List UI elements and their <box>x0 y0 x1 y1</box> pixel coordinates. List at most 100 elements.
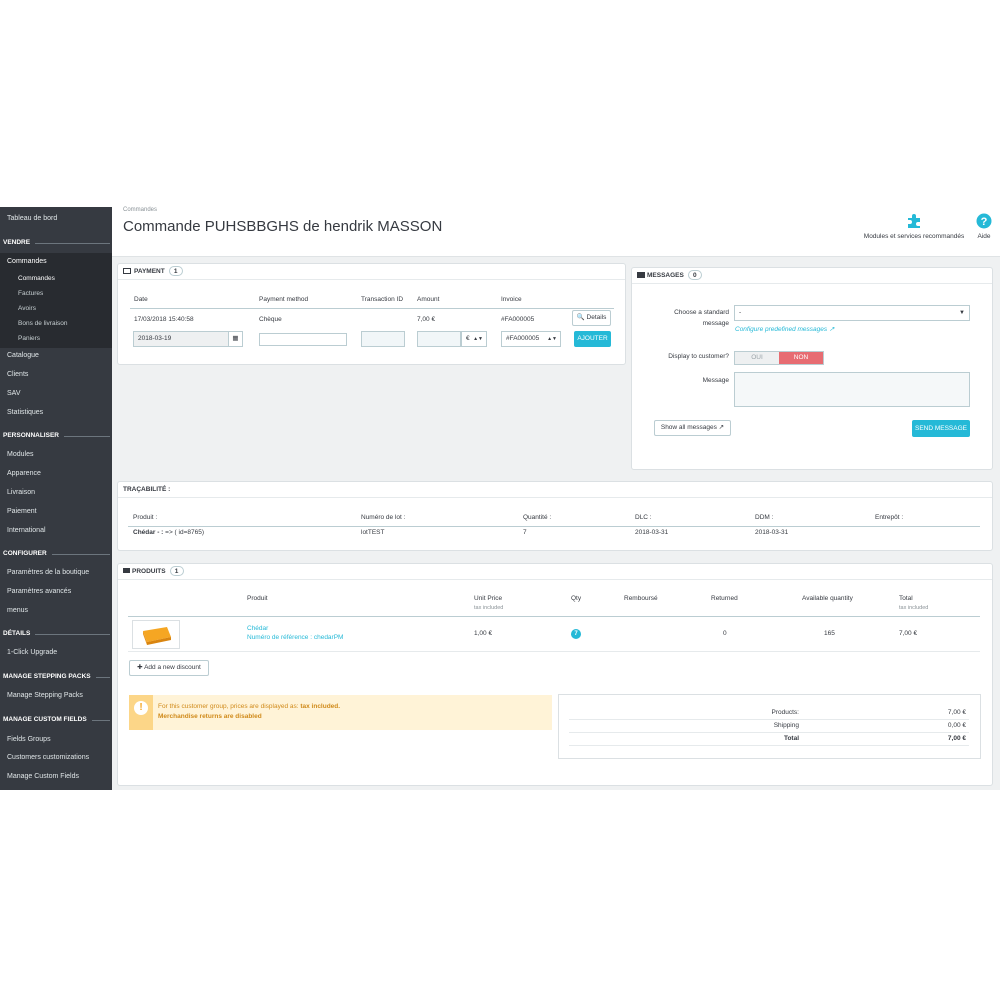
toggle-oui[interactable]: OUI <box>735 352 779 364</box>
sidebar-item-paiement[interactable]: Paiement <box>0 506 112 518</box>
summary-products-value: 7,00 € <box>947 709 966 716</box>
payment-col-method: Payment method <box>259 296 309 303</box>
cheese-image <box>143 627 171 645</box>
sidebar-item-sav[interactable]: SAV <box>0 388 112 400</box>
payment-details-button[interactable]: 🔍 Details <box>572 310 611 326</box>
select-arrows-icon: ▲▼ <box>547 336 557 342</box>
sidebar-item-parametres-avances[interactable]: Paramètres avancés <box>0 586 112 598</box>
invoice-select-value: #FA000005 <box>506 335 540 342</box>
invoice-select[interactable]: #FA000005 ▲▼ <box>501 331 561 347</box>
trace-col-produit: Produit : <box>133 514 158 521</box>
standard-message-label: Choose a standard <box>674 309 729 316</box>
sidebar-item-menus[interactable]: menus <box>0 605 112 617</box>
display-to-customer-label: Display to customer? <box>668 353 729 360</box>
sidebar-item-modules[interactable]: Modules <box>0 449 112 461</box>
payment-method-input[interactable] <box>259 333 347 346</box>
sidebar-item-tableau-de-bord[interactable]: Tableau de bord <box>0 213 112 225</box>
product-name-link[interactable]: Chédar <box>247 625 268 632</box>
trace-col-entrepot: Entrepôt : <box>875 514 904 521</box>
summary-shipping-value: 0,00 € <box>947 722 966 729</box>
sidebar-item-fields-groups[interactable]: Fields Groups <box>0 734 112 746</box>
help-icon: ? <box>976 213 992 229</box>
sidebar-item-manage-custom-fields[interactable]: Manage Custom Fields <box>0 771 112 783</box>
sidebar-subitem-commandes[interactable]: Commandes <box>0 273 112 285</box>
sidebar-item-parametres-boutique[interactable]: Paramètres de la boutique <box>0 567 112 579</box>
alert-line-1: For this customer group, prices are disp… <box>158 703 341 710</box>
payment-row-amount: 7,00 € <box>417 316 436 323</box>
sidebar-item-catalogue[interactable]: Catalogue <box>0 350 112 362</box>
add-discount-label: Add a new discount <box>144 664 201 671</box>
send-message-button[interactable]: SEND MESSAGE <box>912 420 970 437</box>
summary-products-label: Products: <box>771 709 799 716</box>
sidebar-section-custom-fields: MANAGE CUSTOM FIELDS <box>0 714 112 726</box>
sidebar-item-manage-stepping-packs[interactable]: Manage Stepping Packs <box>0 690 112 702</box>
sidebar: Tableau de bord VENDRE Commandes Command… <box>0 207 112 790</box>
sidebar-section-personnaliser: PERSONNALISER <box>0 430 112 442</box>
payment-row-invoice: #FA000005 <box>501 316 535 323</box>
currency-select[interactable]: € ▲▼ <box>461 331 487 347</box>
sidebar-item-international[interactable]: International <box>0 525 112 537</box>
sidebar-subitem-bons-de-livraison[interactable]: Bons de livraison <box>0 318 112 330</box>
chevron-down-icon: ▼ <box>959 310 965 316</box>
trace-divider <box>128 526 980 527</box>
sidebar-item-customers-customizations[interactable]: Customers customizations <box>0 752 112 764</box>
envelope-icon <box>637 272 645 278</box>
amount-input[interactable] <box>417 331 461 347</box>
select-arrows-icon: ▲▼ <box>473 336 483 342</box>
prod-col-unit-price: Unit Price <box>474 595 503 602</box>
sidebar-subitem-factures[interactable]: Factures <box>0 288 112 300</box>
payment-date-input[interactable]: 2018-03-19 <box>133 331 243 347</box>
external-link-icon: ↗ <box>718 424 725 431</box>
prod-col-unit-price-sub: tax included <box>474 605 504 611</box>
trace-col-dlc: DLC : <box>635 514 652 521</box>
trace-col-ddm: DDM : <box>755 514 774 521</box>
add-icon: ✚ <box>137 664 143 671</box>
product-thumbnail[interactable] <box>132 620 180 649</box>
help-button[interactable]: ? Aide <box>970 213 998 240</box>
messages-count-badge: 0 <box>687 270 702 280</box>
external-link-icon: ↗ <box>828 326 835 333</box>
sidebar-subitem-avoirs[interactable]: Avoirs <box>0 303 112 315</box>
produits-count-badge: 1 <box>169 566 184 576</box>
sidebar-item-livraison[interactable]: Livraison <box>0 487 112 499</box>
add-discount-button[interactable]: ✚ Add a new discount <box>129 660 209 676</box>
messages-panel: MESSAGES 0 <box>631 267 993 470</box>
summary-divider-2 <box>569 732 969 733</box>
calendar-button[interactable]: ▦ <box>228 331 243 347</box>
toggle-non[interactable]: NON <box>779 352 823 364</box>
prod-col-available: Available quantity <box>802 595 853 602</box>
trace-row-ddm: 2018-03-31 <box>755 529 789 536</box>
prod-col-rembourse: Remboursé <box>624 595 658 602</box>
standard-message-label-2: message <box>702 320 729 327</box>
add-payment-button[interactable]: AJOUTER <box>574 331 611 347</box>
puzzle-icon <box>908 214 920 228</box>
configure-predefined-messages-link[interactable]: Configure predefined messages ↗ <box>735 325 834 333</box>
prod-header-divider <box>128 616 980 617</box>
breadcrumb[interactable]: Commandes <box>123 207 157 213</box>
cart-icon <box>123 568 130 573</box>
message-textarea[interactable] <box>734 372 970 407</box>
prod-col-qty: Qty <box>571 595 582 602</box>
sidebar-item-clients[interactable]: Clients <box>0 369 112 381</box>
sidebar-item-statistiques[interactable]: Statistiques <box>0 407 112 419</box>
sidebar-item-1-click-upgrade[interactable]: 1-Click Upgrade <box>0 647 112 659</box>
produits-panel-header: PRODUITS 1 <box>118 564 992 580</box>
page-title: Commande PUHSBBGHS de hendrik MASSON <box>123 218 443 235</box>
product-available: 165 <box>824 630 835 637</box>
trace-col-lot: Numéro de lot : <box>361 514 406 521</box>
payment-header-divider <box>130 308 614 309</box>
modules-recommended-button[interactable]: Modules et services recommandés <box>854 213 974 240</box>
app: Tableau de bord VENDRE Commandes Command… <box>0 207 1000 790</box>
product-total: 7,00 € <box>899 630 918 637</box>
show-all-messages-button[interactable]: Show all messages ↗ <box>654 420 731 436</box>
sidebar-item-apparence[interactable]: Apparence <box>0 468 112 480</box>
tracabilite-panel: TRAÇABILITÉ : <box>117 481 993 551</box>
display-to-customer-toggle[interactable]: OUI NON <box>734 351 824 365</box>
standard-message-select[interactable]: - ▼ <box>734 305 970 321</box>
sidebar-subitem-paniers[interactable]: Paniers <box>0 333 112 345</box>
transaction-id-input[interactable] <box>361 331 405 347</box>
prod-col-produit: Produit <box>247 595 268 602</box>
sidebar-item-commandes[interactable]: Commandes <box>0 256 112 268</box>
product-qty-badge: 7 <box>571 629 581 639</box>
trace-row-qty: 7 <box>523 529 527 536</box>
